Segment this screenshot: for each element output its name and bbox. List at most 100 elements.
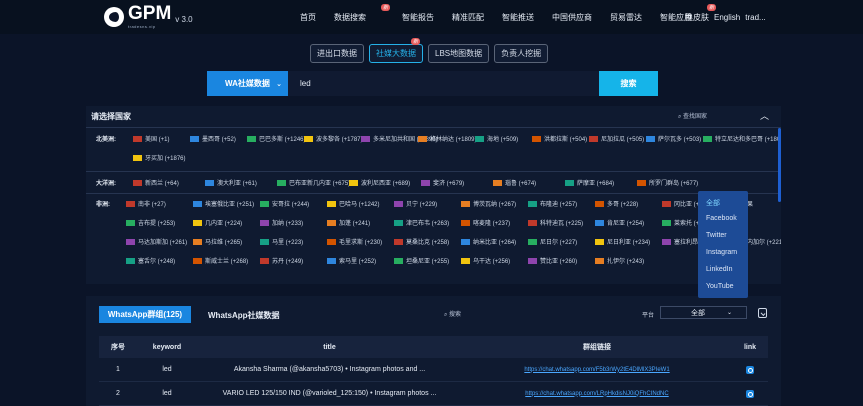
flag-icon [260,258,269,264]
country-option[interactable]: 尼加拉瓜 (+505) [589,134,644,143]
country-search[interactable]: ⌕ 查找国家 [678,111,707,121]
country-option[interactable]: 格林纳达 (+1809) [418,134,477,143]
country-option[interactable]: 苏丹 (+249) [260,256,303,265]
tab-social-data[interactable]: 社媒大数据 新 [369,38,423,63]
country-option[interactable]: 多哥 (+228) [595,199,638,208]
flag-icon [528,258,537,264]
country-option[interactable]: 纳米比亚 (+264) [461,237,516,246]
scrollbar[interactable] [778,128,781,202]
tab-whatsapp-groups[interactable]: WhatsApp群组(125) [99,306,191,323]
search-input[interactable]: led [288,71,599,96]
menu-item-report[interactable]: 智能报告 [402,12,434,23]
country-option[interactable]: 乌干达 (+256) [461,256,510,265]
tab-whatsapp-social[interactable]: WhatsApp社媒数据 [208,310,280,321]
user-menu[interactable]: trad... [745,13,765,22]
search-button[interactable]: 搜索 [599,71,658,96]
country-label: 埃塞俄比亚 (+251) [205,202,255,208]
instagram-icon[interactable] [746,389,754,398]
col-keyword: keyword [152,343,182,351]
country-option[interactable]: 新西兰 (+64) [133,178,179,187]
country-option[interactable]: 喀麦隆 (+237) [461,218,510,227]
brand-logo[interactable]: GPM tradesns.vip v 3.0 [104,4,193,29]
platform-option-twitter[interactable]: Twitter [698,232,748,249]
menu-item-home[interactable]: 首页 [300,12,316,23]
download-icon[interactable] [758,308,767,318]
country-option[interactable]: 加纳 (+233) [260,218,303,227]
country-option[interactable]: 马拉维 (+265) [193,237,242,246]
country-option[interactable]: 萨摩亚 (+684) [565,178,614,187]
instagram-icon[interactable] [746,365,754,374]
platform-select[interactable]: 全部 ⌄ [660,306,747,319]
country-option[interactable]: 尼日利亚 (+234) [595,237,650,246]
search-type-select[interactable]: WA社媒数据 ⌄ [207,71,288,96]
country-option[interactable]: 斐济 (+679) [421,178,464,187]
country-label: 新西兰 (+64) [145,181,179,187]
country-option[interactable]: 特立尼达和多巴哥 (+1809) [703,134,781,143]
menu-item-data-search[interactable]: 数据搜索 新 [334,3,390,23]
country-label: 喀麦隆 (+237) [473,221,511,227]
country-option[interactable]: 坦桑尼亚 (+255) [394,256,449,265]
country-option[interactable]: 美国 (+1) [133,134,170,143]
tab-lbs-map[interactable]: LBS地图数据 [428,44,490,63]
menu-item-match[interactable]: 精准匹配 [452,12,484,23]
country-option[interactable]: 塞舌尔 (+248) [126,256,175,265]
flag-icon [461,239,470,245]
country-option[interactable]: 澳大利亚 (+61) [205,178,257,187]
country-option[interactable]: 马达加斯加 (+261) [126,237,187,246]
platform-option-linkedin[interactable]: LinkedIn [698,266,748,283]
country-option[interactable]: 加蓬 (+241) [327,218,370,227]
country-option[interactable]: 海地 (+509) [475,134,518,143]
platform-option-youtube[interactable]: YouTube [698,283,748,300]
language-switch[interactable]: English [714,13,740,22]
country-option[interactable]: 尼日尔 (+227) [528,237,577,246]
flag-icon [394,220,403,226]
tab-person-mining[interactable]: 负责人挖掘 [494,44,549,63]
country-option[interactable]: 巴巴多斯 (+1246) [247,134,306,143]
country-option[interactable]: 莫桑比克 (+258) [394,237,449,246]
country-option[interactable]: 科特迪瓦 (+225) [528,218,583,227]
platform-option-instagram[interactable]: Instagram [698,249,748,266]
country-option[interactable]: 扎伊尔 (+243) [595,256,644,265]
platform-option-facebook[interactable]: Facebook [698,215,748,232]
country-option[interactable]: 布隆迪 (+257) [528,199,577,208]
country-option[interactable]: 几内亚 (+224) [193,218,242,227]
country-option[interactable]: 巴布亚新几内亚 (+675) [277,178,350,187]
country-option[interactable]: 赞比亚 (+260) [528,256,577,265]
country-option[interactable]: 萨尔瓦多 (+503) [646,134,701,143]
country-option[interactable]: 巴哈马 (+1242) [327,199,380,208]
country-option[interactable]: 埃塞俄比亚 (+251) [193,199,254,208]
group-link[interactable]: https://chat.whatsapp.com/F5b3rWy2tE4DlM… [524,367,669,373]
country-option[interactable]: 安哥拉 (+244) [260,199,309,208]
collapse-icon[interactable]: ︿ [760,109,769,122]
country-option[interactable]: 津巴布韦 (+263) [394,218,449,227]
country-option[interactable]: 博茨瓦纳 (+267) [461,199,516,208]
country-option[interactable]: 马里 (+223) [260,237,303,246]
country-option[interactable]: 波利尼西亚 (+689) [349,178,410,187]
country-option[interactable]: 墨西哥 (+52) [190,134,236,143]
group-link[interactable]: https://chat.whatsapp.com/LRpHkdisNJ0iQF… [525,391,668,397]
country-option[interactable]: 所罗门群岛 (+677) [637,178,698,187]
country-option[interactable]: 斯威士兰 (+268) [193,256,248,265]
flag-icon [528,239,537,245]
theme-switch[interactable]: 换皮肤 [685,12,709,23]
country-option[interactable]: 肯尼亚 (+254) [595,218,644,227]
results-search[interactable]: ⌕ 搜索 [444,309,461,319]
country-option[interactable]: 瑙鲁 (+674) [493,178,536,187]
tab-import-export[interactable]: 进出口数据 [310,44,364,63]
country-option[interactable]: 南非 (+27) [126,199,166,208]
country-label: 乌干达 (+256) [473,259,511,265]
country-label: 墨西哥 (+52) [202,137,236,143]
platform-option-all[interactable]: 全部 [698,198,748,215]
menu-item-radar[interactable]: 贸易雷达 [610,12,642,23]
country-option[interactable]: 贝宁 (+229) [394,199,437,208]
country-option[interactable]: 索马里 (+252) [327,256,376,265]
country-option[interactable]: 牙买加 (+1876) [133,153,186,162]
country-option[interactable]: 吉布提 (+253) [126,218,175,227]
country-option[interactable]: 波多黎各 (+1787) [304,134,363,143]
country-option[interactable]: 洪都拉斯 (+504) [532,134,587,143]
menu-item-push[interactable]: 智能推送 [502,12,534,23]
country-option[interactable]: 毛里求斯 (+230) [327,237,382,246]
country-label: 加纳 (+233) [272,221,304,227]
menu-item-suppliers[interactable]: 中国供应商 [552,12,592,23]
row-title: Akansha Sharma (@akansha5703) • Instagra… [233,366,426,373]
